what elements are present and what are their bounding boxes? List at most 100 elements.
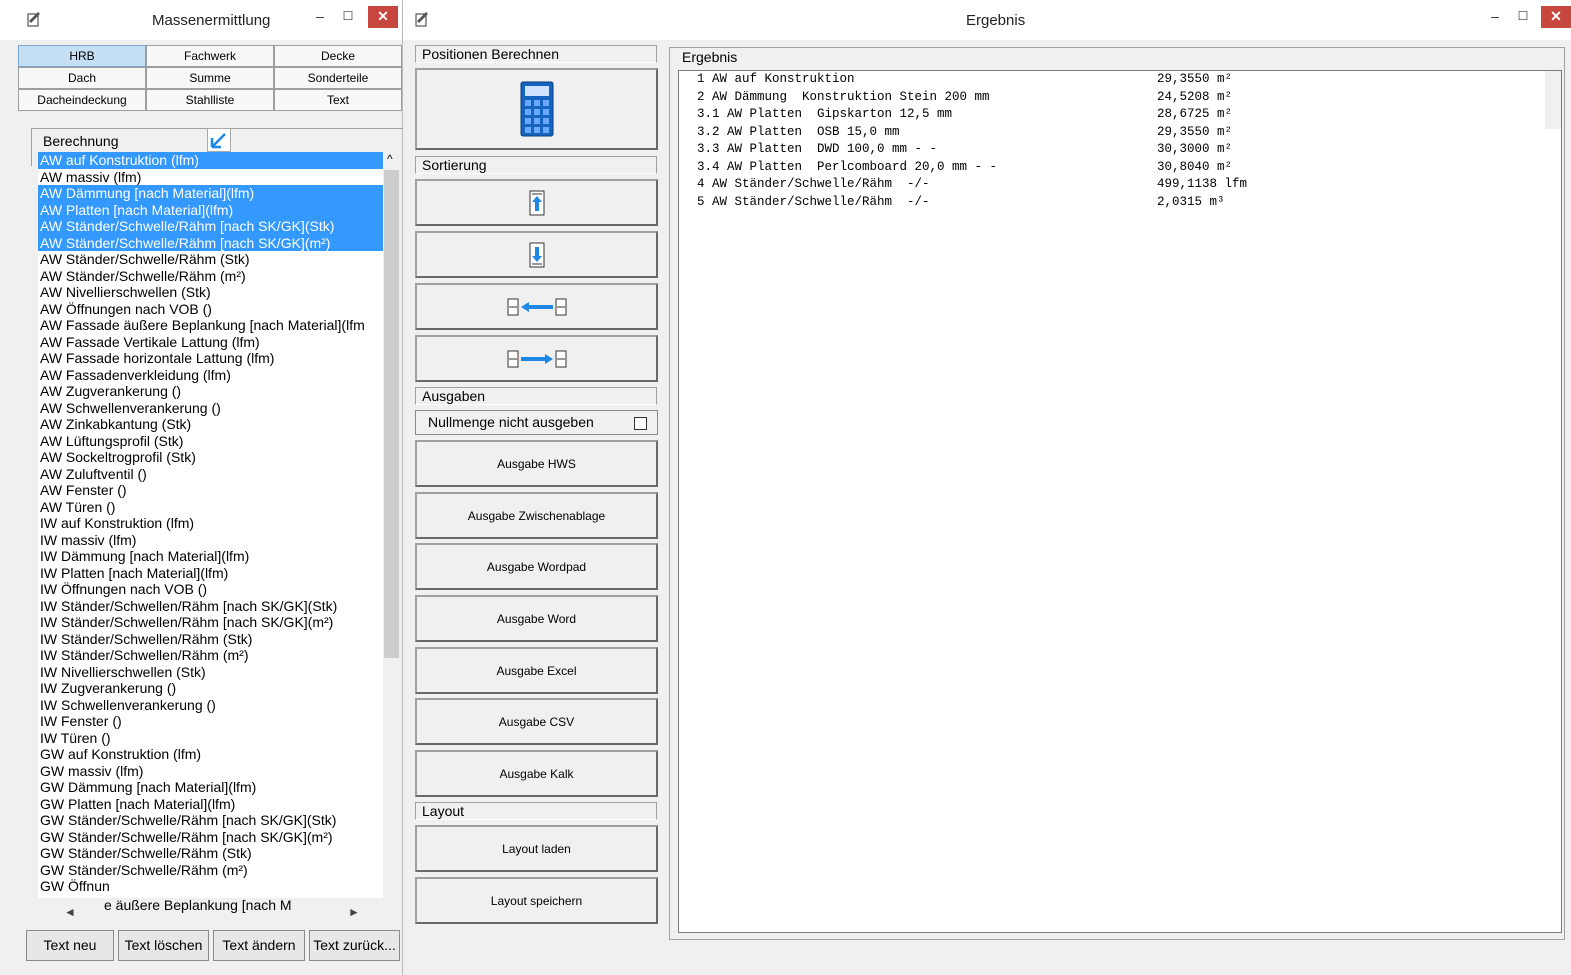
output-wordpad-button[interactable]: Ausgabe Wordpad (415, 543, 658, 590)
minimize-button[interactable]: – (1485, 6, 1505, 28)
output-excel-button[interactable]: Ausgabe Excel (415, 647, 658, 694)
list-item[interactable]: IW Ständer/Schwellen/Rähm (m²) (38, 647, 383, 664)
tab-dach[interactable]: Dach (18, 67, 146, 89)
layout-save-button[interactable]: Layout speichern (415, 877, 658, 924)
list-item[interactable]: AW Lüftungsprofil (Stk) (38, 433, 383, 450)
list-item[interactable]: GW Ständer/Schwelle/Rähm [nach SK/GK](m²… (38, 829, 383, 846)
output-clipboard-button[interactable]: Ausgabe Zwischenablage (415, 492, 658, 539)
list-item[interactable]: IW Ständer/Schwellen/Rähm (Stk) (38, 631, 383, 648)
scroll-right-icon[interactable]: ► (348, 905, 360, 919)
text-reset-button[interactable]: Text zurück... (309, 930, 400, 961)
output-hws-button[interactable]: Ausgabe HWS (415, 440, 658, 487)
result-row-text: 3.1 AW Platten Gipskarton 12,5 mm (697, 107, 953, 121)
title-bar[interactable]: Massenermittlung – ☐ ✕ (0, 0, 402, 40)
arrow-up-icon (529, 190, 544, 215)
list-item[interactable]: AW Ständer/Schwelle/Rähm (Stk) (38, 251, 383, 268)
list-item[interactable]: IW Schwellenverankerung () (38, 697, 383, 714)
list-item[interactable]: IW Türen () (38, 730, 383, 747)
list-item[interactable]: AW Nivellierschwellen (Stk) (38, 284, 383, 301)
list-item[interactable]: AW Ständer/Schwelle/Rähm [nach SK/GK](m²… (38, 234, 383, 251)
list-item[interactable]: AW Zugverankerung () (38, 383, 383, 400)
tab-sonderteile[interactable]: Sonderteile (274, 67, 402, 89)
list-item[interactable]: GW Ständer/Schwelle/Rähm [nach SK/GK](St… (38, 812, 383, 829)
list-item[interactable]: IW Zugverankerung () (38, 680, 383, 697)
list-item[interactable]: AW Ständer/Schwelle/Rähm [nach SK/GK](St… (38, 218, 383, 235)
close-button[interactable]: ✕ (1541, 6, 1571, 28)
vertical-scrollbar[interactable]: ^ (383, 152, 400, 898)
list-item[interactable]: IW massiv (lfm) (38, 532, 383, 549)
list-item[interactable]: IW Platten [nach Material](lfm) (38, 565, 383, 582)
nullmenge-checkbox-row[interactable]: Nullmenge nicht ausgeben (415, 410, 658, 435)
tab-dacheindeckung[interactable]: Dacheindeckung (18, 89, 146, 111)
list-item[interactable]: GW Ständer/Schwelle/Rähm (Stk) (38, 845, 383, 862)
horizontal-scrollbar[interactable]: ◄ e äußere Beplankung [nach M ► (38, 897, 383, 928)
list-item[interactable]: AW Ständer/Schwelle/Rähm (m²) (38, 268, 383, 285)
scrollbar-thumb[interactable] (384, 170, 399, 658)
result-row-value: 30,8040 m² (1157, 159, 1233, 174)
sort-left-button[interactable] (415, 283, 658, 330)
text-edit-button[interactable]: Text ändern (213, 930, 305, 961)
list-item[interactable]: AW Sockeltrogprofil (Stk) (38, 449, 383, 466)
text-delete-button[interactable]: Text löschen (118, 930, 209, 961)
maximize-button[interactable]: ☐ (338, 6, 358, 28)
list-item[interactable]: IW Fenster () (38, 713, 383, 730)
output-word-button[interactable]: Ausgabe Word (415, 595, 658, 642)
list-item[interactable]: AW Öffnungen nach VOB () (38, 301, 383, 318)
calculate-button[interactable] (415, 68, 658, 150)
minimize-button[interactable]: – (310, 6, 330, 28)
tab-hrb[interactable]: HRB (18, 45, 146, 67)
list-item[interactable]: GW Ständer/Schwelle/Rähm (m²) (38, 862, 383, 879)
list-item[interactable]: AW Schwellenverankerung () (38, 400, 383, 417)
scroll-left-icon[interactable]: ◄ (64, 905, 76, 919)
list-item[interactable]: AW Platten [nach Material](lfm) (38, 201, 383, 218)
list-item[interactable]: AW Zinkabkantung (Stk) (38, 416, 383, 433)
result-text-area[interactable]: 1 AW auf Konstruktion 29,3550 m² 2 AW Dämm… (678, 70, 1562, 933)
scroll-up-icon[interactable]: ^ (387, 152, 393, 166)
tab-text[interactable]: Text (274, 89, 402, 111)
list-item[interactable]: AW Zuluftventil () (38, 466, 383, 483)
list-item[interactable]: IW Ständer/Schwellen/Rähm [nach SK/GK](m… (38, 614, 383, 631)
resize-corner-icon[interactable] (207, 128, 231, 152)
tab-fachwerk[interactable]: Fachwerk (146, 45, 274, 67)
output-csv-button[interactable]: Ausgabe CSV (415, 698, 658, 745)
text-new-button[interactable]: Text neu (26, 930, 114, 961)
list-item[interactable]: AW Fenster () (38, 482, 383, 499)
list-item[interactable]: IW Ständer/Schwellen/Rähm [nach SK/GK](S… (38, 598, 383, 615)
list-item[interactable]: AW auf Konstruktion (lfm) (38, 152, 383, 169)
list-item[interactable]: GW Dämmung [nach Material](lfm) (38, 779, 383, 796)
list-item[interactable]: IW Öffnungen nach VOB () (38, 581, 383, 598)
list-item[interactable]: AW Fassade horizontale Lattung (lfm) (38, 350, 383, 367)
list-item[interactable]: GW auf Konstruktion (lfm) (38, 746, 383, 763)
sort-right-button[interactable] (415, 335, 658, 382)
tab-summe[interactable]: Summe (146, 67, 274, 89)
list-item[interactable]: AW Dämmung [nach Material](lfm) (38, 185, 383, 202)
list-item[interactable]: AW Fassadenverkleidung (lfm) (38, 367, 383, 384)
list-item[interactable]: AW Fassade Vertikale Lattung (lfm) (38, 334, 383, 351)
output-kalk-button[interactable]: Ausgabe Kalk (415, 750, 658, 797)
list-item[interactable]: IW Dämmung [nach Material](lfm) (38, 548, 383, 565)
list-item[interactable]: IW auf Konstruktion (lfm) (38, 515, 383, 532)
list-item[interactable]: AW massiv (lfm) (38, 169, 383, 186)
section-positionen: Positionen Berechnen (415, 45, 657, 63)
title-bar[interactable]: Ergebnis – ☐ ✕ (403, 0, 1571, 40)
app-icon (415, 12, 428, 27)
partial-list-item: e äußere Beplankung [nach M (104, 897, 292, 913)
app-icon (27, 12, 40, 27)
layout-load-button[interactable]: Layout laden (415, 825, 658, 872)
close-button[interactable]: ✕ (368, 6, 398, 28)
maximize-button[interactable]: ☐ (1513, 6, 1533, 28)
list-item[interactable]: GW Platten [nach Material](lfm) (38, 796, 383, 813)
tab-stahlliste[interactable]: Stahlliste (146, 89, 274, 111)
list-item[interactable]: GW Öffnun (38, 878, 383, 895)
tab-decke[interactable]: Decke (274, 45, 402, 67)
result-row-text: 3.2 AW Platten OSB 15,0 mm (697, 124, 900, 139)
list-item[interactable]: AW Türen () (38, 499, 383, 516)
list-item[interactable]: GW massiv (lfm) (38, 763, 383, 780)
list-item[interactable]: AW Fassade äußere Beplankung [nach Mater… (38, 317, 383, 334)
sort-up-button[interactable] (415, 179, 658, 226)
nullmenge-checkbox[interactable] (634, 417, 647, 430)
list-item[interactable]: IW Nivellierschwellen (Stk) (38, 664, 383, 681)
result-scrollbar[interactable] (1545, 71, 1561, 129)
calculation-list[interactable]: AW auf Konstruktion (lfm) AW massiv (lfm)… (38, 152, 383, 898)
sort-down-button[interactable] (415, 231, 658, 278)
